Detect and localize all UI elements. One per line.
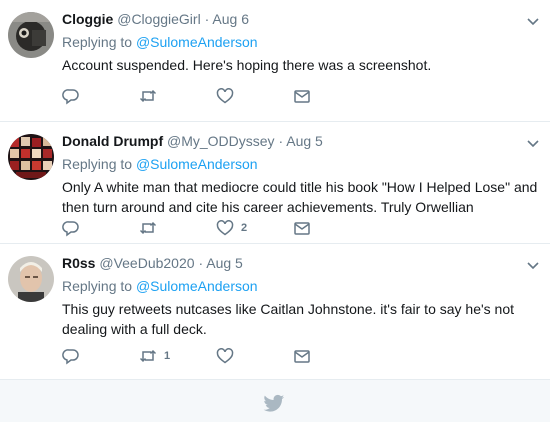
reply-prefix: Replying to: [62, 156, 136, 172]
reply-context: Replying to @SulomeAnderson: [62, 155, 540, 174]
reply-icon: [62, 89, 79, 105]
tweet[interactable]: R0ss @VeeDub2020 · Aug 5 Replying to @Su…: [0, 244, 550, 380]
reply-icon: [62, 349, 79, 365]
retweet-icon: [139, 89, 157, 103]
reply-mention-link[interactable]: @SulomeAnderson: [136, 278, 258, 294]
tweet-date[interactable]: Aug 6: [212, 11, 249, 27]
reply-prefix: Replying to: [62, 34, 136, 50]
user-handle[interactable]: @My_ODDyssey: [167, 133, 275, 149]
direct-message-button[interactable]: [293, 346, 370, 366]
like-button[interactable]: 2: [216, 218, 293, 238]
reply-mention-link[interactable]: @SulomeAnderson: [136, 156, 258, 172]
tweet[interactable]: Donald Drumpf @My_ODDyssey · Aug 5 Reply…: [0, 122, 550, 244]
reply-button[interactable]: [62, 86, 139, 106]
tweet-text: Only A white man that mediocre could tit…: [62, 179, 538, 215]
heart-icon: [216, 220, 234, 236]
tweet-date[interactable]: Aug 5: [206, 255, 243, 271]
twitter-bird-icon[interactable]: [263, 394, 285, 414]
retweet-button[interactable]: [139, 86, 216, 106]
envelope-icon: [294, 222, 310, 235]
tweet-actions: 2: [62, 218, 370, 238]
direct-message-button[interactable]: [293, 86, 370, 106]
tweet-text: Account suspended. Here's hoping there w…: [62, 57, 432, 73]
display-name[interactable]: Donald Drumpf: [62, 133, 163, 149]
reply-context: Replying to @SulomeAnderson: [62, 277, 540, 296]
tweet-actions: 1: [62, 346, 370, 366]
like-button[interactable]: [216, 86, 293, 106]
chevron-down-icon[interactable]: [526, 136, 540, 150]
retweet-button[interactable]: 1: [139, 346, 216, 366]
separator-dot: ·: [198, 255, 204, 271]
direct-message-button[interactable]: [293, 218, 370, 238]
retweet-count: 1: [164, 350, 171, 362]
avatar[interactable]: [8, 12, 54, 58]
reply-mention-link[interactable]: @SulomeAnderson: [136, 34, 258, 50]
chevron-down-icon[interactable]: [526, 14, 540, 28]
user-handle[interactable]: @CloggieGirl: [117, 11, 200, 27]
avatar[interactable]: [8, 256, 54, 302]
user-handle[interactable]: @VeeDub2020: [99, 255, 194, 271]
retweet-icon: [139, 349, 157, 363]
reply-button[interactable]: [62, 346, 139, 366]
heart-icon: [216, 88, 234, 104]
tweet-text: This guy retweets nutcases like Caitlan …: [62, 301, 515, 337]
reply-icon: [62, 221, 79, 237]
separator-dot: ·: [278, 133, 284, 149]
retweet-icon: [139, 221, 157, 235]
tweet[interactable]: Cloggie @CloggieGirl · Aug 6 Replying to…: [0, 0, 550, 122]
like-count: 2: [241, 222, 248, 234]
like-button[interactable]: [216, 346, 293, 366]
avatar[interactable]: [8, 134, 54, 180]
reply-context: Replying to @SulomeAnderson: [62, 33, 540, 52]
display-name[interactable]: R0ss: [62, 255, 95, 271]
embed-footer: [0, 380, 550, 422]
retweet-button[interactable]: [139, 218, 216, 238]
heart-icon: [216, 348, 234, 364]
tweet-date[interactable]: Aug 5: [286, 133, 323, 149]
chevron-down-icon[interactable]: [526, 258, 540, 272]
envelope-icon: [294, 350, 310, 363]
separator-dot: ·: [204, 11, 210, 27]
reply-prefix: Replying to: [62, 278, 136, 294]
tweet-actions: [62, 86, 370, 106]
reply-button[interactable]: [62, 218, 139, 238]
display-name[interactable]: Cloggie: [62, 11, 113, 27]
envelope-icon: [294, 90, 310, 103]
